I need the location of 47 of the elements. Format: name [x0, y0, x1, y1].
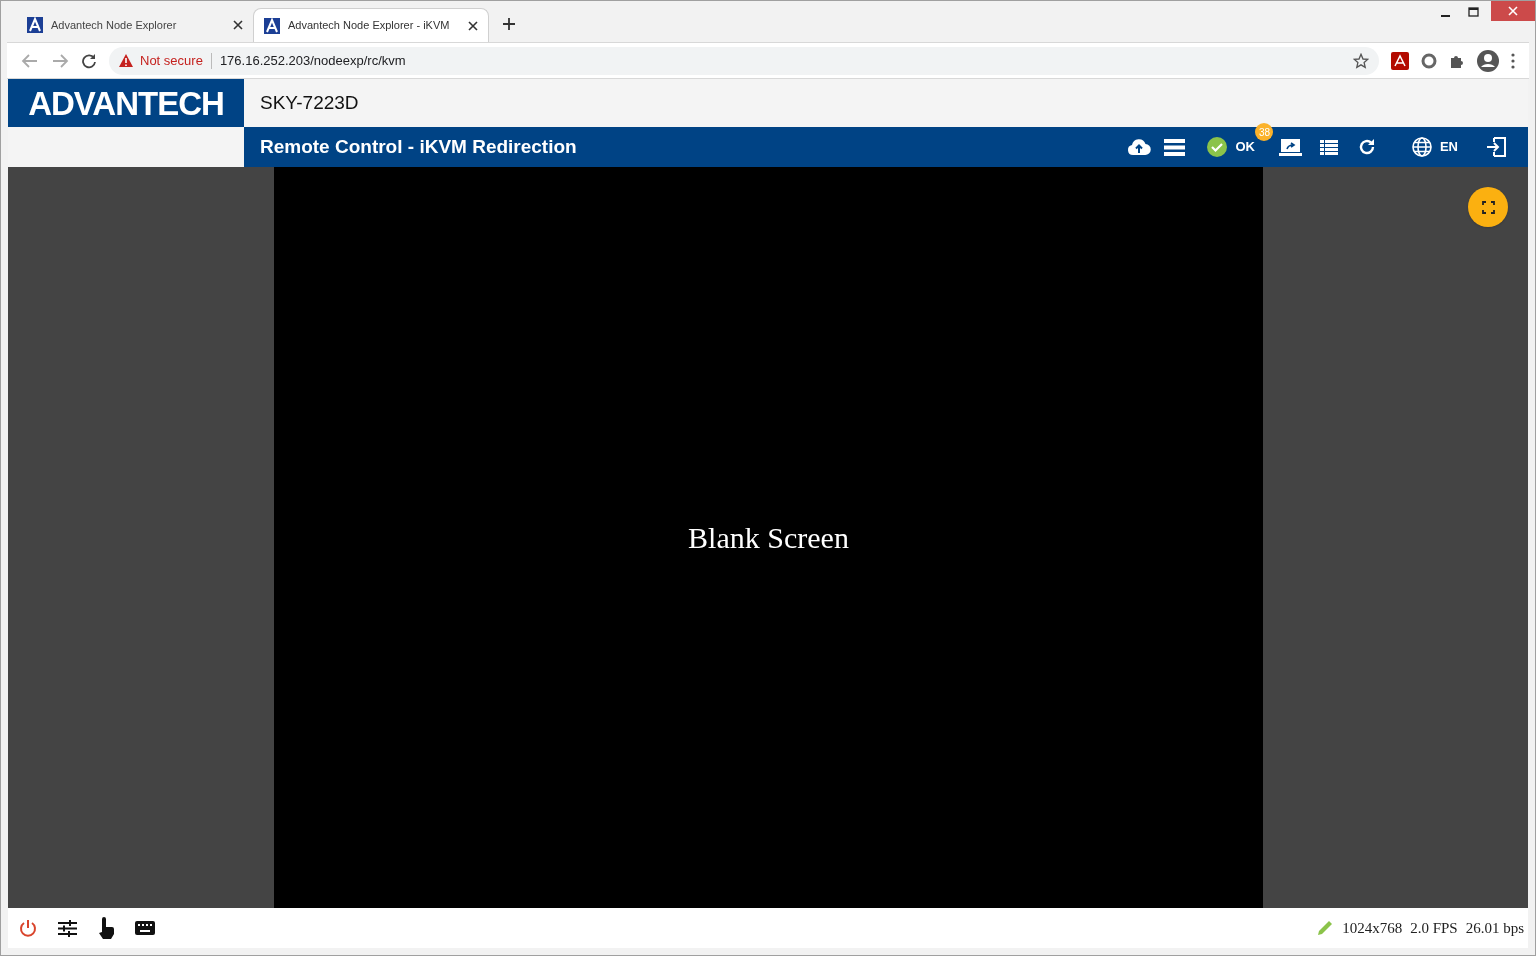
security-warning[interactable]: Not secure: [140, 50, 203, 71]
check-circle-icon: [1207, 137, 1228, 157]
url-text: 176.16.252.203/nodeexp/rc/kvm: [219, 51, 406, 70]
fullscreen-icon: [1481, 200, 1495, 214]
language-selector[interactable]: EN: [1439, 137, 1458, 157]
close-tab-icon[interactable]: [468, 20, 478, 31]
bandwidth-text: 26.01 bps: [1465, 918, 1524, 938]
keyboard-icon[interactable]: [135, 921, 155, 935]
tab-title: Advantech Node Explorer: [51, 17, 178, 33]
device-name: SKY-7223D: [260, 90, 359, 115]
refresh-icon[interactable]: [1357, 138, 1376, 156]
close-tab-icon[interactable]: [233, 20, 243, 30]
logout-icon[interactable]: [1486, 137, 1506, 157]
tab-favicon-icon: [264, 17, 280, 34]
minimize-icon: [1440, 15, 1450, 17]
maximize-icon: [1467, 7, 1479, 17]
browser-tab[interactable]: Advantech Node Explorer - iKVM: [253, 8, 489, 42]
browser-tab[interactable]: Advantech Node Explorer: [17, 8, 253, 42]
pencil-icon: [1316, 919, 1335, 937]
pointing-hand-icon[interactable]: [97, 917, 115, 939]
reload-icon[interactable]: [81, 52, 97, 69]
tab-favicon-icon: [27, 17, 43, 33]
address-field[interactable]: Not secure 176.16.252.203/nodeexp/rc/kvm: [109, 46, 1379, 75]
list-icon[interactable]: [1319, 139, 1338, 155]
circle-extension-icon[interactable]: [1421, 52, 1437, 69]
star-icon[interactable]: [1353, 52, 1369, 69]
profile-avatar-icon[interactable]: [1477, 49, 1499, 72]
laptop-share-icon[interactable]: [1278, 138, 1302, 156]
fps-text: 2.0 FPS: [1410, 918, 1458, 938]
server-list-icon[interactable]: [1164, 138, 1186, 156]
close-icon: [1508, 6, 1518, 16]
globe-icon[interactable]: [1411, 137, 1432, 157]
fullscreen-button[interactable]: [1468, 187, 1508, 227]
cloud-upload-icon[interactable]: [1127, 138, 1152, 156]
screen-message: Blank Screen: [688, 520, 849, 556]
health-status[interactable]: OK: [1235, 137, 1255, 157]
page-title: Remote Control - iKVM Redirection: [260, 134, 577, 159]
tab-title: Advantech Node Explorer - iKVM: [288, 18, 451, 34]
menu-icon[interactable]: [1511, 52, 1515, 69]
warning-icon: [119, 54, 133, 67]
power-icon[interactable]: [18, 918, 38, 938]
sliders-icon[interactable]: [58, 919, 77, 937]
plus-icon: [502, 17, 516, 31]
company-logo: ADVANTECH: [28, 86, 224, 120]
resolution-text: 1024x768: [1342, 918, 1403, 938]
notification-badge: 38: [1255, 123, 1274, 141]
pdf-extension-icon[interactable]: [1391, 51, 1409, 70]
